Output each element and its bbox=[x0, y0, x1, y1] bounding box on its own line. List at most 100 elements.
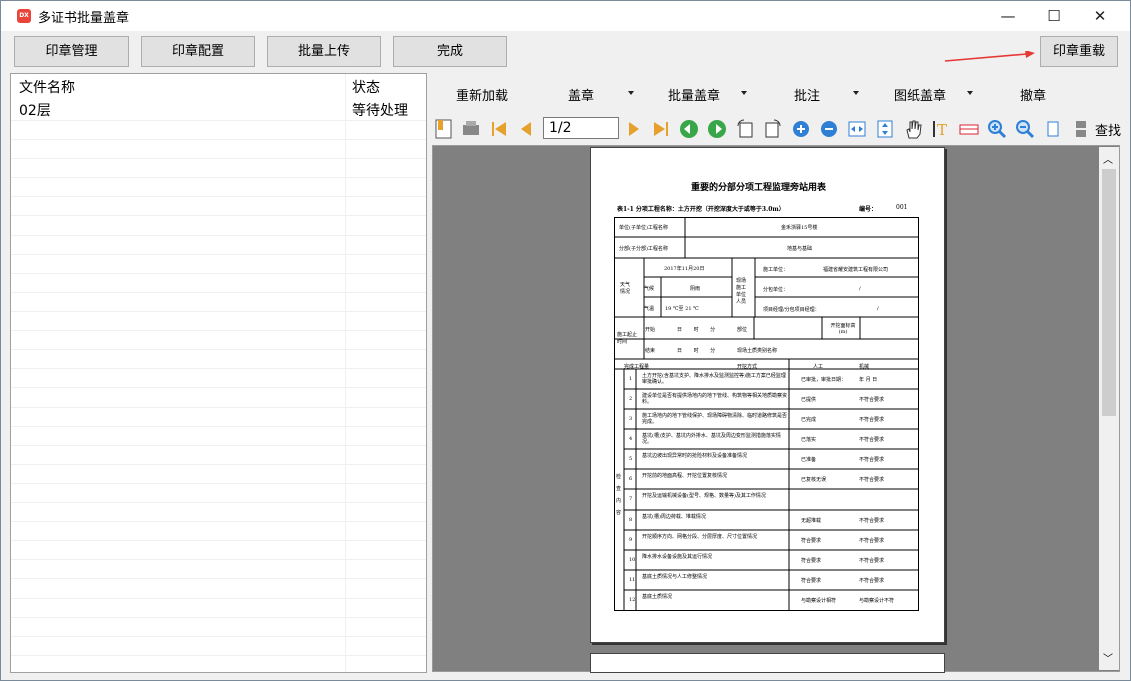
doc-climate-label: 气候 bbox=[644, 286, 655, 292]
zoom-in-icon[interactable] bbox=[986, 118, 1008, 140]
doc-item-option-1: 已准备 bbox=[801, 457, 817, 463]
bookmark-icon[interactable] bbox=[433, 118, 455, 140]
doc-pm-value: / bbox=[877, 306, 879, 312]
doc-item-option-1: 符合要求 bbox=[801, 578, 822, 584]
doc-item-text: 基底土质情况与人工修整情况 bbox=[642, 574, 708, 580]
doc-item-option-2: 不符合要求 bbox=[859, 477, 885, 483]
window-title: 多证书批量盖章 bbox=[38, 11, 130, 26]
list-gridline bbox=[11, 598, 426, 599]
continuous-page-icon[interactable] bbox=[1070, 118, 1092, 140]
file-row-status: 等待处理 bbox=[352, 103, 408, 119]
doc-end-units: 日 时 分 bbox=[677, 348, 716, 354]
list-gridline bbox=[11, 636, 426, 637]
doc-item-option-2: 不符合要求 bbox=[859, 538, 885, 544]
forward-icon[interactable] bbox=[706, 118, 728, 140]
first-page-icon[interactable] bbox=[488, 118, 510, 140]
zoom-out-icon[interactable] bbox=[1014, 118, 1036, 140]
last-page-icon[interactable] bbox=[650, 118, 672, 140]
drawing-seal-dropdown-icon[interactable] bbox=[967, 91, 973, 95]
annotate-menu[interactable]: 批注 bbox=[794, 85, 820, 104]
vertical-scrollbar[interactable]: ︿ ﹀ bbox=[1099, 147, 1119, 670]
batch-seal-dropdown-icon[interactable] bbox=[741, 91, 747, 95]
doc-item-number: 9 bbox=[629, 537, 633, 543]
close-button[interactable]: ✕ bbox=[1077, 1, 1123, 31]
batch-seal-menu[interactable]: 批量盖章 bbox=[668, 85, 720, 104]
doc-time-label: 施工起止时间 bbox=[617, 332, 638, 345]
scroll-up-icon[interactable]: ︿ bbox=[1103, 151, 1113, 166]
doc-item-option-2: 不符合要求 bbox=[859, 437, 885, 443]
doc-item-option-1: 与勘察设计相符 bbox=[801, 598, 837, 604]
doc-method-label: 开挖方式 bbox=[737, 364, 758, 370]
doc-item-text: 降水排水设备设施及其运行情况 bbox=[642, 554, 713, 560]
finish-button[interactable]: 完成 bbox=[393, 36, 507, 67]
list-gridline bbox=[11, 578, 426, 579]
minimize-button[interactable]: — bbox=[985, 1, 1031, 31]
doc-location-label: 部位 bbox=[737, 327, 748, 333]
list-gridline bbox=[11, 196, 426, 197]
text-select-icon[interactable]: T bbox=[930, 118, 952, 140]
seal-menu[interactable]: 盖章 bbox=[568, 85, 594, 104]
column-divider bbox=[345, 74, 346, 672]
list-gridline bbox=[11, 330, 426, 331]
revoke-menu[interactable]: 撤章 bbox=[1020, 85, 1046, 104]
search-label[interactable]: 查找 bbox=[1095, 120, 1121, 139]
doc-item-option-2: 不符合要求 bbox=[859, 417, 885, 423]
annotate-dropdown-icon[interactable] bbox=[853, 91, 859, 95]
zoom-out-circle-icon[interactable] bbox=[818, 118, 840, 140]
list-gridline bbox=[11, 502, 426, 503]
doc-temp: 19 ℃至 21 ℃ bbox=[665, 306, 699, 312]
page-number-input[interactable]: 1/2 bbox=[543, 117, 619, 139]
doc-item-text: 基坑边坡出现异常时的抢险材料及设备准备情况 bbox=[642, 453, 748, 459]
list-gridline bbox=[11, 235, 426, 236]
print-icon[interactable] bbox=[460, 118, 482, 140]
maximize-button[interactable]: ☐ bbox=[1031, 1, 1077, 31]
doc-item-number: 6 bbox=[629, 476, 633, 482]
single-page-icon[interactable] bbox=[1042, 118, 1064, 140]
doc-item-number: 8 bbox=[629, 517, 633, 523]
scroll-down-icon[interactable]: ﹀ bbox=[1103, 650, 1113, 665]
list-gridline bbox=[11, 120, 426, 121]
doc-item-option-1: 已落实 bbox=[801, 437, 817, 443]
seal-manage-button[interactable]: 印章管理 bbox=[14, 36, 129, 67]
doc-item-text: 建设单位是否有提供场地内的地下管线、构筑物等相关地质勘察资料。 bbox=[642, 393, 788, 405]
next-page-icon[interactable] bbox=[623, 118, 645, 140]
list-gridline bbox=[11, 521, 426, 522]
scroll-thumb[interactable] bbox=[1102, 169, 1116, 416]
doc-item-option-1: 符合要求 bbox=[801, 538, 822, 544]
seal-reload-button[interactable]: 印章重载 bbox=[1040, 36, 1118, 67]
doc-end-label: 结束 bbox=[645, 348, 656, 354]
reload-menu[interactable]: 重新加载 bbox=[456, 85, 508, 104]
doc-item-text: 基坑(槽)支护、基坑内外排水、基坑及周边变形监测措施落实情况。 bbox=[642, 433, 781, 445]
seal-dropdown-icon[interactable] bbox=[628, 91, 634, 95]
fit-width-icon[interactable] bbox=[846, 118, 868, 140]
batch-upload-button[interactable]: 批量上传 bbox=[267, 36, 381, 67]
doc-number: 001 bbox=[896, 204, 908, 211]
doc-sub-value: / bbox=[859, 286, 861, 292]
seal-config-button[interactable]: 印章配置 bbox=[141, 36, 255, 67]
zoom-in-circle-icon[interactable] bbox=[790, 118, 812, 140]
doc-pm-label: 项目经理/分包项目经理： bbox=[763, 307, 820, 313]
list-gridline bbox=[11, 655, 426, 656]
rotate-left-icon[interactable] bbox=[734, 118, 756, 140]
doc-item-option-2: 不符合要求 bbox=[859, 518, 885, 524]
rotate-right-icon[interactable] bbox=[762, 118, 784, 140]
fit-page-icon[interactable] bbox=[874, 118, 896, 140]
doc-item-number: 5 bbox=[629, 456, 633, 462]
list-gridline bbox=[11, 349, 426, 350]
list-gridline bbox=[11, 407, 426, 408]
highlight-icon[interactable] bbox=[958, 118, 980, 140]
prev-page-icon[interactable] bbox=[515, 118, 537, 140]
file-list-panel: 文件名称 状态 02层 等待处理 bbox=[10, 73, 427, 673]
back-icon[interactable] bbox=[678, 118, 700, 140]
doc-sub-label: 分包单位： bbox=[763, 287, 789, 293]
hand-tool-icon[interactable] bbox=[902, 118, 924, 140]
file-row-name[interactable]: 02层 bbox=[19, 100, 51, 120]
doc-item-number: 2 bbox=[629, 396, 633, 402]
doc-start-units: 日 时 分 bbox=[677, 327, 716, 333]
doc-climate: 阴雨 bbox=[690, 286, 701, 292]
drawing-seal-menu[interactable]: 图纸盖章 bbox=[894, 85, 946, 104]
doc-item-number: 7 bbox=[629, 496, 633, 502]
app-logo-icon: DX bbox=[17, 9, 31, 23]
list-gridline bbox=[11, 139, 426, 140]
doc-item-number: 12 bbox=[629, 597, 636, 603]
